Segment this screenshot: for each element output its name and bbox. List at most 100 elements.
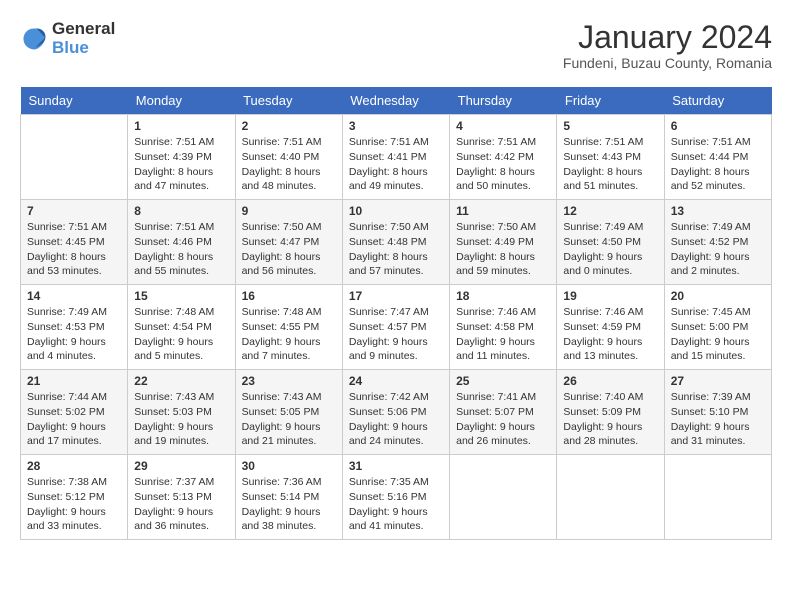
page-header: General Blue January 2024 Fundeni, Buzau… xyxy=(20,20,772,71)
day-info: Sunrise: 7:47 AM Sunset: 4:57 PM Dayligh… xyxy=(349,305,443,364)
calendar-table: SundayMondayTuesdayWednesdayThursdayFrid… xyxy=(20,87,772,540)
sunrise-text: Sunrise: 7:51 AM xyxy=(671,135,765,150)
day-number: 9 xyxy=(242,204,336,218)
logo-icon xyxy=(20,25,48,53)
calendar-cell: 23 Sunrise: 7:43 AM Sunset: 5:05 PM Dayl… xyxy=(235,370,342,455)
header-cell-friday: Friday xyxy=(557,87,664,115)
sunset-text: Sunset: 4:58 PM xyxy=(456,320,550,335)
daylight-text: Daylight: 9 hours and 26 minutes. xyxy=(456,420,550,449)
day-info: Sunrise: 7:42 AM Sunset: 5:06 PM Dayligh… xyxy=(349,390,443,449)
sunset-text: Sunset: 5:13 PM xyxy=(134,490,228,505)
daylight-text: Daylight: 9 hours and 19 minutes. xyxy=(134,420,228,449)
day-number: 26 xyxy=(563,374,657,388)
sunset-text: Sunset: 4:47 PM xyxy=(242,235,336,250)
sunset-text: Sunset: 5:05 PM xyxy=(242,405,336,420)
week-row-3: 14 Sunrise: 7:49 AM Sunset: 4:53 PM Dayl… xyxy=(21,285,772,370)
day-number: 14 xyxy=(27,289,121,303)
calendar-cell: 10 Sunrise: 7:50 AM Sunset: 4:48 PM Dayl… xyxy=(342,200,449,285)
day-info: Sunrise: 7:50 AM Sunset: 4:49 PM Dayligh… xyxy=(456,220,550,279)
sunset-text: Sunset: 4:48 PM xyxy=(349,235,443,250)
sunrise-text: Sunrise: 7:50 AM xyxy=(456,220,550,235)
day-info: Sunrise: 7:38 AM Sunset: 5:12 PM Dayligh… xyxy=(27,475,121,534)
calendar-cell: 15 Sunrise: 7:48 AM Sunset: 4:54 PM Dayl… xyxy=(128,285,235,370)
sunset-text: Sunset: 5:02 PM xyxy=(27,405,121,420)
calendar-cell: 31 Sunrise: 7:35 AM Sunset: 5:16 PM Dayl… xyxy=(342,455,449,540)
sunset-text: Sunset: 4:40 PM xyxy=(242,150,336,165)
calendar-cell: 27 Sunrise: 7:39 AM Sunset: 5:10 PM Dayl… xyxy=(664,370,771,455)
day-info: Sunrise: 7:43 AM Sunset: 5:03 PM Dayligh… xyxy=(134,390,228,449)
header-cell-sunday: Sunday xyxy=(21,87,128,115)
daylight-text: Daylight: 8 hours and 49 minutes. xyxy=(349,165,443,194)
day-info: Sunrise: 7:43 AM Sunset: 5:05 PM Dayligh… xyxy=(242,390,336,449)
sunset-text: Sunset: 4:45 PM xyxy=(27,235,121,250)
sunset-text: Sunset: 4:52 PM xyxy=(671,235,765,250)
logo-text: General Blue xyxy=(52,20,115,57)
daylight-text: Daylight: 9 hours and 31 minutes. xyxy=(671,420,765,449)
sunset-text: Sunset: 5:06 PM xyxy=(349,405,443,420)
calendar-cell: 13 Sunrise: 7:49 AM Sunset: 4:52 PM Dayl… xyxy=(664,200,771,285)
calendar-cell: 7 Sunrise: 7:51 AM Sunset: 4:45 PM Dayli… xyxy=(21,200,128,285)
daylight-text: Daylight: 9 hours and 24 minutes. xyxy=(349,420,443,449)
sunset-text: Sunset: 5:10 PM xyxy=(671,405,765,420)
logo-blue: Blue xyxy=(52,38,89,57)
sunset-text: Sunset: 4:49 PM xyxy=(456,235,550,250)
daylight-text: Daylight: 8 hours and 51 minutes. xyxy=(563,165,657,194)
day-info: Sunrise: 7:51 AM Sunset: 4:39 PM Dayligh… xyxy=(134,135,228,194)
calendar-cell: 6 Sunrise: 7:51 AM Sunset: 4:44 PM Dayli… xyxy=(664,115,771,200)
day-info: Sunrise: 7:37 AM Sunset: 5:13 PM Dayligh… xyxy=(134,475,228,534)
sunrise-text: Sunrise: 7:39 AM xyxy=(671,390,765,405)
daylight-text: Daylight: 9 hours and 4 minutes. xyxy=(27,335,121,364)
calendar-cell: 25 Sunrise: 7:41 AM Sunset: 5:07 PM Dayl… xyxy=(450,370,557,455)
calendar-cell: 11 Sunrise: 7:50 AM Sunset: 4:49 PM Dayl… xyxy=(450,200,557,285)
sunrise-text: Sunrise: 7:49 AM xyxy=(671,220,765,235)
day-number: 16 xyxy=(242,289,336,303)
sunset-text: Sunset: 5:16 PM xyxy=(349,490,443,505)
sunset-text: Sunset: 4:50 PM xyxy=(563,235,657,250)
sunrise-text: Sunrise: 7:38 AM xyxy=(27,475,121,490)
sunset-text: Sunset: 4:57 PM xyxy=(349,320,443,335)
sunrise-text: Sunrise: 7:40 AM xyxy=(563,390,657,405)
day-info: Sunrise: 7:51 AM Sunset: 4:43 PM Dayligh… xyxy=(563,135,657,194)
sunset-text: Sunset: 5:12 PM xyxy=(27,490,121,505)
day-info: Sunrise: 7:48 AM Sunset: 4:54 PM Dayligh… xyxy=(134,305,228,364)
week-row-2: 7 Sunrise: 7:51 AM Sunset: 4:45 PM Dayli… xyxy=(21,200,772,285)
day-info: Sunrise: 7:46 AM Sunset: 4:59 PM Dayligh… xyxy=(563,305,657,364)
daylight-text: Daylight: 9 hours and 0 minutes. xyxy=(563,250,657,279)
day-info: Sunrise: 7:45 AM Sunset: 5:00 PM Dayligh… xyxy=(671,305,765,364)
daylight-text: Daylight: 9 hours and 17 minutes. xyxy=(27,420,121,449)
daylight-text: Daylight: 9 hours and 38 minutes. xyxy=(242,505,336,534)
daylight-text: Daylight: 9 hours and 9 minutes. xyxy=(349,335,443,364)
calendar-cell: 16 Sunrise: 7:48 AM Sunset: 4:55 PM Dayl… xyxy=(235,285,342,370)
calendar-cell: 24 Sunrise: 7:42 AM Sunset: 5:06 PM Dayl… xyxy=(342,370,449,455)
sunset-text: Sunset: 5:00 PM xyxy=(671,320,765,335)
calendar-cell: 1 Sunrise: 7:51 AM Sunset: 4:39 PM Dayli… xyxy=(128,115,235,200)
sunrise-text: Sunrise: 7:51 AM xyxy=(563,135,657,150)
day-number: 18 xyxy=(456,289,550,303)
calendar-cell: 26 Sunrise: 7:40 AM Sunset: 5:09 PM Dayl… xyxy=(557,370,664,455)
calendar-cell: 3 Sunrise: 7:51 AM Sunset: 4:41 PM Dayli… xyxy=(342,115,449,200)
day-number: 2 xyxy=(242,119,336,133)
day-info: Sunrise: 7:48 AM Sunset: 4:55 PM Dayligh… xyxy=(242,305,336,364)
calendar-cell: 8 Sunrise: 7:51 AM Sunset: 4:46 PM Dayli… xyxy=(128,200,235,285)
location-subtitle: Fundeni, Buzau County, Romania xyxy=(563,55,772,71)
header-cell-tuesday: Tuesday xyxy=(235,87,342,115)
day-info: Sunrise: 7:51 AM Sunset: 4:40 PM Dayligh… xyxy=(242,135,336,194)
day-number: 4 xyxy=(456,119,550,133)
daylight-text: Daylight: 8 hours and 55 minutes. xyxy=(134,250,228,279)
calendar-cell: 4 Sunrise: 7:51 AM Sunset: 4:42 PM Dayli… xyxy=(450,115,557,200)
daylight-text: Daylight: 8 hours and 57 minutes. xyxy=(349,250,443,279)
sunset-text: Sunset: 4:41 PM xyxy=(349,150,443,165)
day-number: 1 xyxy=(134,119,228,133)
sunrise-text: Sunrise: 7:43 AM xyxy=(134,390,228,405)
sunset-text: Sunset: 4:44 PM xyxy=(671,150,765,165)
day-number: 11 xyxy=(456,204,550,218)
logo: General Blue xyxy=(20,20,115,57)
sunrise-text: Sunrise: 7:51 AM xyxy=(134,220,228,235)
day-info: Sunrise: 7:35 AM Sunset: 5:16 PM Dayligh… xyxy=(349,475,443,534)
title-section: January 2024 Fundeni, Buzau County, Roma… xyxy=(563,20,772,71)
sunrise-text: Sunrise: 7:46 AM xyxy=(456,305,550,320)
week-row-1: 1 Sunrise: 7:51 AM Sunset: 4:39 PM Dayli… xyxy=(21,115,772,200)
sunset-text: Sunset: 5:14 PM xyxy=(242,490,336,505)
calendar-cell: 30 Sunrise: 7:36 AM Sunset: 5:14 PM Dayl… xyxy=(235,455,342,540)
calendar-cell: 5 Sunrise: 7:51 AM Sunset: 4:43 PM Dayli… xyxy=(557,115,664,200)
